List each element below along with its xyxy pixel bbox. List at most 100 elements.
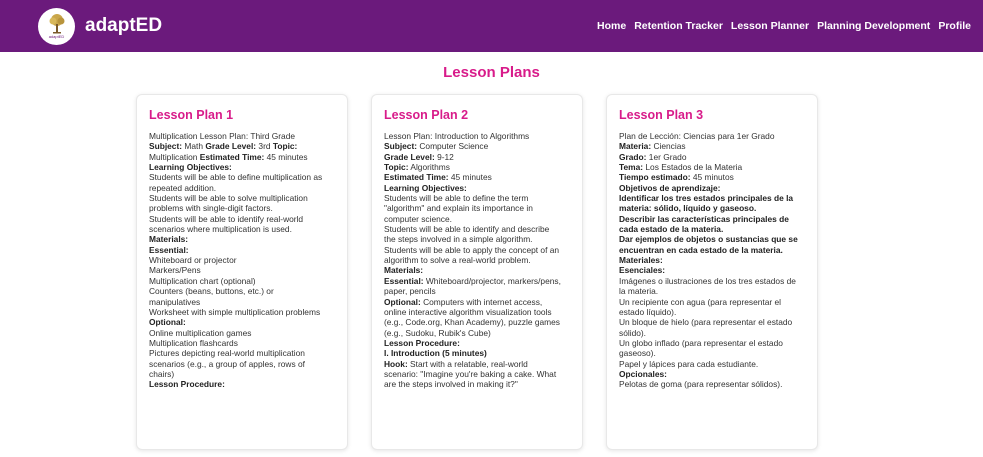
card-line: "algorithm" and explain its importance i… [384,203,533,214]
nav-links: Home Retention Tracker Lesson Planner Pl… [593,20,975,32]
tree-logo-icon [49,14,64,34]
field-label: Estimated Time: [384,172,449,183]
card-line: I. Introduction (5 minutes) [384,348,487,359]
card-line: online interactive algorithm visualizati… [384,306,552,317]
card-line: the steps involved in a simple algorithm… [384,234,533,245]
card-title: Lesson Plan 3 [619,108,704,122]
card-line: Online multiplication games [149,327,252,338]
card-line: Objetivos de aprendizaje: [619,182,721,193]
card-line: Optional: Computers with internet access… [384,297,571,307]
card-line: Students will be able to identify and de… [384,224,550,235]
field-label: Tiempo estimado: [619,172,691,183]
card-line: Hook: Start with a relatable, real-world [384,359,571,369]
card-line: Students will be able to define the term [384,193,529,204]
lesson-plan-card-1[interactable]: Lesson Plan 1 Multiplication Lesson Plan… [136,94,348,450]
card-line: Pelotas de goma (para representar sólido… [619,379,783,390]
nav-link-retention-tracker[interactable]: Retention Tracker [634,20,723,32]
card-line: Materiales: [619,255,663,266]
brand[interactable]: adaptED adaptED [38,7,162,45]
logo[interactable]: adaptED [38,7,75,45]
card-line: scenarios (e.g., a group of apples, rows… [149,358,305,369]
card-line: scenarios where multiplication is used. [149,224,292,235]
card-line: Learning Objectives: [384,182,467,193]
page-title: Lesson Plans [443,64,540,81]
card-line: Imágenes o ilustraciones de los tres est… [619,275,796,286]
lesson-plan-card-3[interactable]: Lesson Plan 3 Plan de Lección: Ciencias … [606,94,818,450]
card-line: Tema: Los Estados de la Materia [619,162,806,172]
card-line: gaseoso). [619,348,656,359]
field-label: Tema: [619,162,644,173]
card-line: Un recipiente con agua (para representar… [619,296,782,307]
card-line: Materials: [384,265,424,276]
field-label: Hook: [384,358,408,369]
card-line: Lesson Procedure: [149,379,225,390]
nav-link-planning-development[interactable]: Planning Development [817,20,930,32]
field-value: Math [182,141,206,152]
field-value: 1er Grado [646,151,687,162]
card-line: Whiteboard or projector [149,255,237,266]
nav-link-home[interactable]: Home [597,20,626,32]
card-line: manipulatives [149,296,201,307]
field-value: Computers with internet access, [420,296,543,307]
card-line: Opcionales: [619,368,667,379]
card-line: Describir las características principale… [619,213,789,224]
card-line: Optional: [149,317,186,328]
card-line: are the steps involved in making it?" [384,379,518,390]
card-line: (e.g., Code.org, Khan Academy), puzzle g… [384,317,560,328]
field-value: Whiteboard/projector, markers/pens, [423,275,561,286]
card-line: computer science. [384,213,452,224]
card-line: materia: sólido, líquido y gaseoso. [619,203,757,214]
card-line: chairs) [149,368,175,379]
card-line: Lesson Procedure: [384,337,460,348]
card-line: Multiplication flashcards [149,337,238,348]
card-body: Multiplication Lesson Plan: Third Grade S… [149,131,336,390]
field-value: Multiplication [149,151,200,162]
card-line: problems with single-digit factors. [149,203,273,214]
card-line: Un globo inflado (para representar el es… [619,337,783,348]
card-line: Learning Objectives: [149,162,232,173]
field-value: Start with a relatable, real-world [407,358,528,369]
card-line: Students will be able to identify real-w… [149,213,304,224]
card-line: cada estado de la materia. [619,224,724,235]
lesson-plan-cards: Lesson Plan 1 Multiplication Lesson Plan… [136,94,820,450]
field-label: Grado: [619,151,647,162]
field-value: Algorithms [408,162,450,173]
card-line: Students will be able to define multipli… [149,172,323,183]
field-value: 45 minutes [448,172,492,183]
card-line: Estimated Time: 45 minutes [384,172,571,182]
card-line: Materials: [149,234,189,245]
card-line: repeated addition. [149,182,217,193]
lesson-plan-card-2[interactable]: Lesson Plan 2 Lesson Plan: Introduction … [371,94,583,450]
card-line: Subject: Computer Science [384,141,571,151]
card-line: Subject: Math Grade Level: 3rd Topic: [149,141,336,151]
nav-link-lesson-planner[interactable]: Lesson Planner [731,20,809,32]
brand-name[interactable]: adaptED [85,15,162,37]
nav-link-profile[interactable]: Profile [938,20,971,32]
card-line: paper, pencils [384,286,436,297]
field-value: Ciencias [651,141,686,152]
card-line: Esenciales: [619,265,666,276]
card-line: Grade Level: 9-12 [384,152,571,162]
field-value: 45 minutes [264,151,308,162]
card-line: Identificar los tres estados principales… [619,193,794,204]
card-line: estado líquido). [619,306,677,317]
field-label: Grade Level: [384,151,435,162]
field-value: Los Estados de la Materia [643,162,743,173]
card-line: Lesson Plan: Introduction to Algorithms [384,131,530,141]
field-label: Subject: [384,141,418,152]
field-label: Estimated Time: [199,151,265,162]
card-line: Multiplication Estimated Time: 45 minute… [149,152,336,162]
card-line: encuentran en cada estado de la materia. [619,244,783,255]
card-line: Pictures depicting real-world multiplica… [149,348,305,359]
field-label: Subject: [149,141,183,152]
card-title: Lesson Plan 1 [149,108,234,122]
card-line: Multiplication chart (optional) [149,275,256,286]
card-line: Multiplication Lesson Plan: Third Grade [149,131,296,141]
field-label: Topic: [384,162,409,173]
field-value: 3rd [256,141,273,152]
card-line: algorithm to solve a real-world problem. [384,255,531,266]
card-line: la materia. [619,286,659,297]
field-label: Essential: [384,275,424,286]
card-body: Plan de Lección: Ciencias para 1er Grado… [619,131,806,390]
card-body: Lesson Plan: Introduction to Algorithms S… [384,131,571,390]
